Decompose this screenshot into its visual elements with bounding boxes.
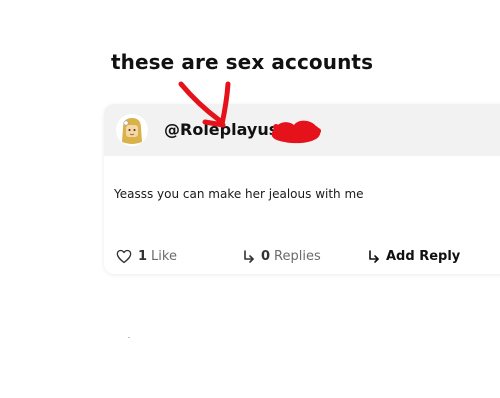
like-label: Like bbox=[151, 249, 177, 264]
screenshot-stage: these are sex accounts @Roleplayuser Yea… bbox=[0, 0, 500, 398]
avatar-image bbox=[116, 114, 148, 146]
add-reply-label: Add Reply bbox=[386, 249, 461, 264]
comment-card: @Roleplayuser Yeasss you can make her je… bbox=[104, 104, 500, 274]
stray-mark bbox=[128, 337, 130, 338]
like-button[interactable]: 1 Like bbox=[116, 249, 177, 264]
redaction-scribble bbox=[271, 120, 321, 144]
replies-count: 0 bbox=[261, 249, 271, 264]
avatar[interactable] bbox=[116, 114, 148, 146]
like-count: 1 bbox=[138, 249, 148, 264]
reply-arrow-icon bbox=[369, 249, 379, 263]
replies-button[interactable]: 0 Replies bbox=[243, 249, 321, 264]
replies-label: Replies bbox=[274, 249, 321, 264]
comment-text: Yeasss you can make her jealous with me bbox=[114, 187, 364, 201]
annotation-caption: these are sex accounts bbox=[111, 50, 374, 74]
comment-header: @Roleplayuser bbox=[104, 104, 500, 156]
add-reply-button[interactable]: Add Reply bbox=[368, 249, 460, 264]
reply-arrow-icon bbox=[244, 249, 254, 263]
heart-icon bbox=[116, 249, 132, 264]
